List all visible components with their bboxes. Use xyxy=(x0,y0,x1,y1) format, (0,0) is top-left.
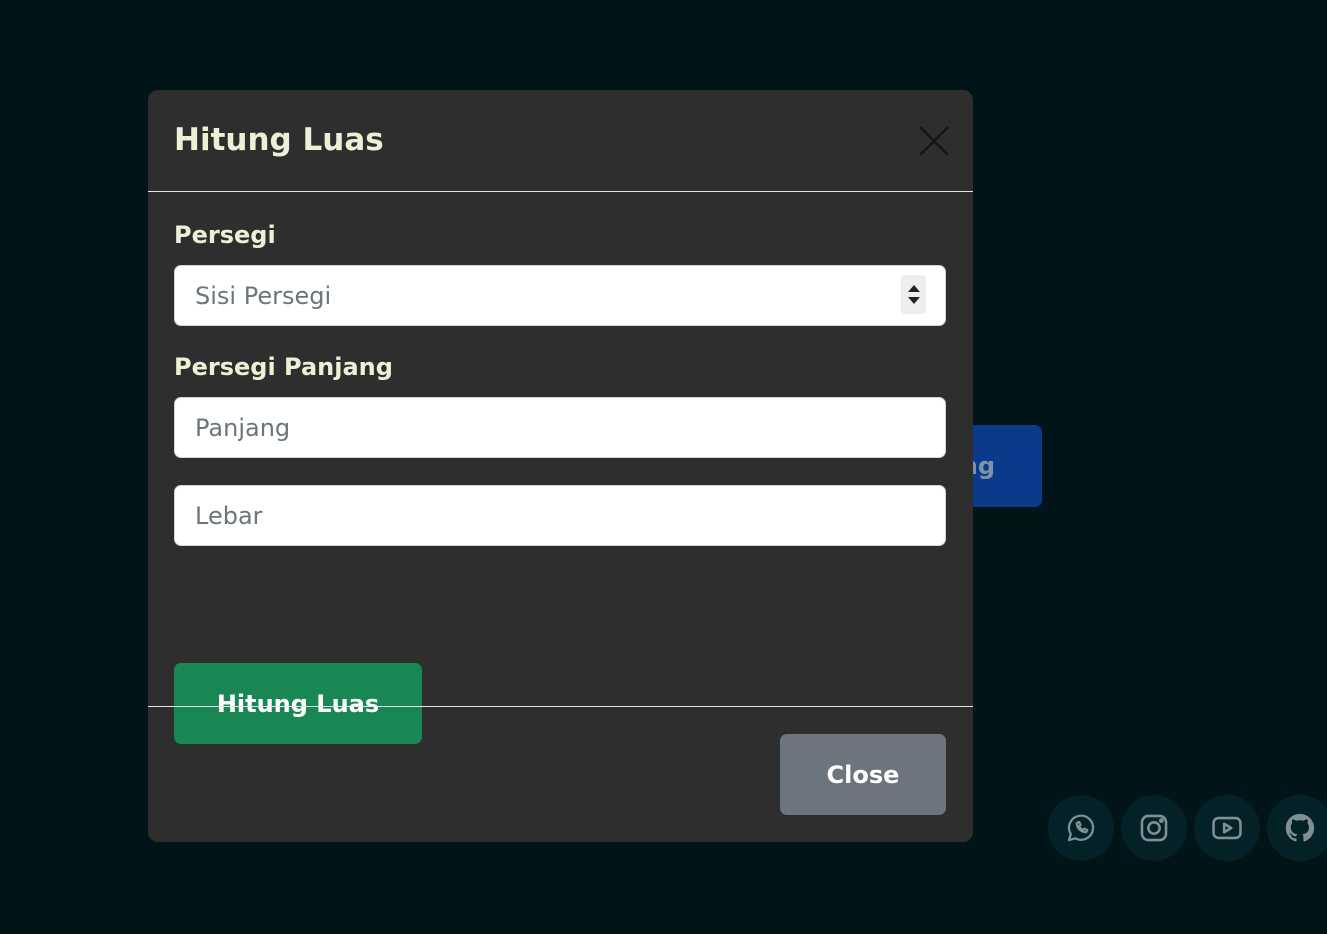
modal-footer: Close xyxy=(148,706,973,842)
persegi-panjang-label: Persegi Panjang xyxy=(174,353,393,381)
social-links xyxy=(1048,795,1327,861)
social-link-instagram[interactable] xyxy=(1121,795,1187,861)
whatsapp-icon xyxy=(1067,814,1095,842)
modal-title: Hitung Luas xyxy=(174,122,384,158)
github-icon xyxy=(1285,813,1315,842)
number-spinner[interactable] xyxy=(901,275,926,314)
instagram-icon xyxy=(1140,814,1168,842)
lebar-input[interactable] xyxy=(174,485,946,546)
modal-header: Hitung Luas xyxy=(148,90,973,192)
sisi-persegi-input[interactable] xyxy=(174,265,946,326)
close-icon[interactable] xyxy=(917,124,951,158)
close-button[interactable]: Close xyxy=(780,734,946,815)
spinner-up-icon[interactable] xyxy=(907,285,920,292)
sisi-persegi-wrapper xyxy=(174,265,946,326)
youtube-icon xyxy=(1212,816,1242,840)
hitung-luas-modal: Hitung Luas Persegi Persegi Panjang Hitu… xyxy=(148,90,973,842)
panjang-input[interactable] xyxy=(174,397,946,458)
persegi-label: Persegi xyxy=(174,221,276,249)
social-link-whatsapp[interactable] xyxy=(1048,795,1114,861)
social-link-github[interactable] xyxy=(1267,795,1327,861)
social-link-youtube[interactable] xyxy=(1194,795,1260,861)
spinner-down-icon[interactable] xyxy=(907,297,920,304)
